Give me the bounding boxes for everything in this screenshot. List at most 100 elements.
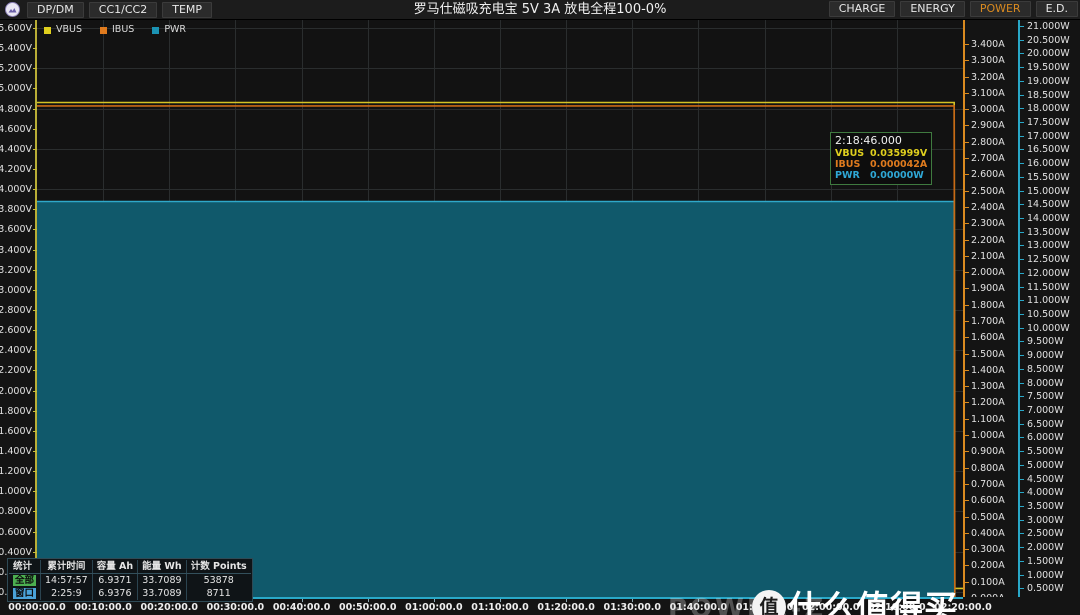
stats-header-cell: 累计时间 — [40, 560, 93, 574]
current-tick-label: 2.600A — [971, 169, 1005, 181]
current-tick-mark — [964, 549, 969, 551]
power-tick-label: 14.500W — [1027, 199, 1070, 211]
stats-points-cell: 8711 — [185, 587, 251, 600]
current-tick-label: 0.500A — [971, 511, 1005, 523]
current-tick-label: 2.300A — [971, 218, 1005, 230]
stats-row[interactable]: 全部 14:57:57 6.9371 33.7089 53878 — [9, 573, 251, 588]
time-tick-label: 01:20:00.0 — [537, 602, 595, 613]
power-tick-mark — [1019, 341, 1024, 343]
voltage-tick-label: 3.400V — [0, 244, 32, 256]
voltage-tick-label: 3.200V — [0, 264, 32, 276]
voltage-tick-label: 0.400V — [0, 546, 32, 558]
power-tick-mark — [1019, 108, 1024, 110]
power-tick-mark — [1019, 464, 1024, 466]
power-tick-label: 18.500W — [1027, 89, 1070, 101]
voltage-tick-label: 4.800V — [0, 103, 32, 115]
tab-charge[interactable]: CHARGE — [828, 1, 896, 17]
cursor-row-vbus: VBUS 0.035999V — [835, 148, 927, 159]
voltage-tick-label: 2.800V — [0, 305, 32, 316]
power-tick-mark — [1019, 218, 1024, 219]
time-tick-label: 02:00:00.0 — [801, 602, 860, 613]
tab-temp[interactable]: TEMP — [162, 1, 213, 18]
voltage-tick-label: 5.000V — [0, 83, 32, 95]
current-tick-mark — [964, 386, 969, 388]
current-tick-label: 2.800A — [971, 136, 1005, 148]
power-tick-mark — [1019, 272, 1024, 274]
legend-item-pwr[interactable]: PWR — [152, 25, 186, 35]
data-traces — [37, 101, 963, 597]
cursor-row-value: 0.035999V — [870, 148, 928, 159]
power-tick-label: 7.000W — [1027, 405, 1064, 416]
pwr-area-fill — [37, 201, 963, 597]
cursor-row-label: VBUS — [835, 148, 865, 159]
tab-dp-dm[interactable]: DP/DM — [27, 1, 84, 18]
stats-capacity-cell: 6.9376 — [91, 587, 138, 600]
current-tick-mark — [964, 223, 969, 225]
power-tick-mark — [1019, 53, 1024, 55]
time-tick-mark — [698, 599, 700, 602]
current-tick-label: 2.900A — [971, 120, 1005, 132]
stats-scope-cell: 全部 — [9, 574, 41, 588]
current-tick-mark — [964, 76, 969, 78]
time-tick-label: 01:10:00.0 — [471, 602, 529, 613]
statistics-body: 全部 14:57:57 6.9371 33.7089 53878 窗口 2:25:9 6.93… — [9, 573, 251, 600]
left-tab-group: DP/DM CC1/CC2 TEMP — [22, 1, 213, 18]
current-tick-label: 0.900A — [971, 446, 1005, 458]
stats-time-cell: 2:25:9 — [40, 587, 93, 600]
power-tick-label: 12.500W — [1027, 254, 1070, 266]
current-tick-mark — [964, 174, 969, 176]
app-logo-button[interactable] — [2, 1, 22, 19]
voltage-tick-label: 3.800V — [0, 204, 32, 216]
legend-item-vbus[interactable]: VBUS — [44, 25, 82, 35]
power-tick-mark — [1019, 410, 1024, 411]
current-tick-mark — [964, 435, 969, 437]
tab-cc1-cc2[interactable]: CC1/CC2 — [88, 1, 158, 18]
power-tick-label: 3.000W — [1027, 514, 1064, 526]
power-tick-label: 15.000W — [1027, 185, 1070, 197]
power-tick-label: 9.500W — [1027, 336, 1064, 348]
current-tick-label: 1.700A — [971, 316, 1005, 327]
power-tick-label: 17.000W — [1027, 130, 1070, 142]
power-tick-mark — [1019, 533, 1024, 535]
power-tick-label: 3.500W — [1027, 501, 1064, 512]
power-tick-label: 19.500W — [1027, 62, 1070, 74]
power-tick-mark — [1019, 176, 1024, 178]
current-axis: 3.400A 3.300A 3.200A 3.100A 3.000A 2.900A 2.80… — [963, 20, 1018, 603]
voltage-tick-label: 2.600V — [0, 325, 32, 337]
power-z-chart-window: DP/DM CC1/CC2 TEMP 罗马仕磁吸充电宝 5V 3A 放电全程100-… — [0, 0, 1080, 615]
power-tick-mark — [1019, 327, 1024, 329]
current-tick-label: 0.200A — [971, 560, 1005, 572]
current-tick-mark — [964, 581, 969, 583]
current-tick-label: 2.200A — [971, 234, 1005, 246]
current-tick-mark — [964, 353, 969, 355]
power-tick-label: 19.000W — [1027, 75, 1070, 87]
power-tick-mark — [1019, 67, 1024, 69]
time-tick-mark — [896, 599, 898, 602]
current-tick-mark — [964, 92, 969, 94]
current-axis-line — [963, 20, 965, 597]
power-tick-mark — [1019, 149, 1024, 151]
voltage-tick-label: 3.600V — [0, 224, 32, 236]
tab-power[interactable]: POWER — [969, 1, 1031, 17]
power-tick-label: 16.000W — [1027, 158, 1070, 170]
power-tick-mark — [1019, 231, 1024, 233]
power-tick-label: 20.500W — [1027, 34, 1070, 46]
cursor-row-ibus: IBUS 0.000042A — [835, 159, 927, 170]
tab-energy[interactable]: ENERGY — [900, 1, 965, 17]
chart-legend: VBUS IBUS PWR — [44, 25, 186, 35]
voltage-tick-label: 4.200V — [0, 164, 32, 175]
legend-label: IBUS — [112, 24, 135, 35]
power-tick-label: 8.000W — [1027, 377, 1064, 389]
tab-e-d[interactable]: E.D. — [1035, 1, 1078, 17]
legend-item-ibus[interactable]: IBUS — [100, 25, 134, 35]
right-tab-group: CHARGE ENERGY POWER E.D. — [824, 1, 1078, 17]
current-tick-mark — [964, 483, 969, 485]
power-tick-label: 8.500W — [1027, 363, 1064, 375]
current-tick-mark — [964, 158, 969, 160]
power-tick-label: 5.500W — [1027, 446, 1064, 458]
chart-canvas[interactable]: VBUS IBUS PWR — [37, 20, 963, 597]
voltage-tick-label: 3.000V — [0, 284, 32, 296]
voltage-tick-label: 4.000V — [0, 184, 32, 196]
time-tick-label: 00:40:00.0 — [272, 602, 331, 613]
stats-row[interactable]: 窗口 2:25:9 6.9376 33.7089 8711 — [9, 587, 251, 600]
